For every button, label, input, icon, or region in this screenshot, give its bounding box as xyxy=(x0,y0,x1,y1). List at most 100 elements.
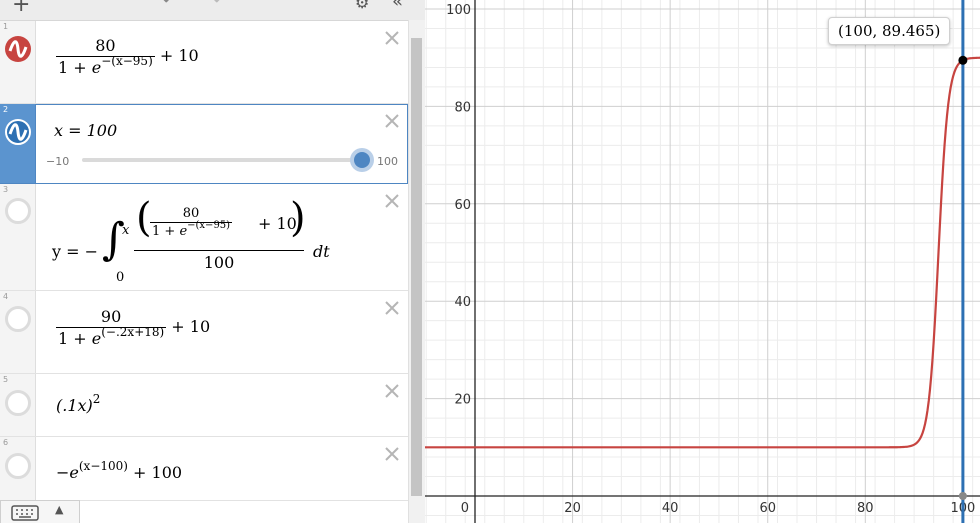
expression-math[interactable]: 90 1 + e(−.2x+18) + 10 xyxy=(56,307,210,348)
x-tick-label: 20 xyxy=(564,501,581,516)
expression-row-6[interactable]: 6 −e(x−100) + 100 xyxy=(0,437,408,501)
redo-icon[interactable]: ↷ xyxy=(206,0,221,10)
expression-number: 1 xyxy=(3,22,9,31)
expression-number: 4 xyxy=(3,292,9,301)
expression-list: 1 80 1 + e−(x−95) + 10 2 x = 100 −10 100… xyxy=(0,21,408,523)
y-tick-label: 80 xyxy=(454,100,471,115)
close-icon[interactable] xyxy=(384,113,400,129)
expression-math[interactable]: (.1x)2 xyxy=(56,392,100,415)
graphing-calculator-app: + ↶ ↷ ⚙ « 1 80 1 + e−(x−95) + 10 2 x = 1… xyxy=(0,0,980,523)
exponent: 2 xyxy=(92,391,101,406)
exponent: −(x−95) xyxy=(101,53,153,68)
expression-scrollbar[interactable] xyxy=(408,20,425,523)
keyboard-arrow-icon: ▲ xyxy=(55,503,64,516)
denominator: 1 + e−(x−95) xyxy=(56,53,155,77)
keyboard-icon xyxy=(11,505,39,521)
outer-fraction: ( 80 1 + e−(x−95) + 10 ) 100 xyxy=(134,195,306,272)
scrollbar-thumb[interactable] xyxy=(411,38,422,496)
graph-toggle-icon[interactable] xyxy=(5,198,31,224)
y-tick-label: 60 xyxy=(454,198,471,213)
graph-toggle-icon[interactable] xyxy=(5,306,31,332)
integral-lower-limit: 0 xyxy=(116,270,125,285)
origin-label: 0 xyxy=(461,501,469,516)
close-icon[interactable] xyxy=(384,30,400,46)
expression-row-5[interactable]: 5 (.1x)2 xyxy=(0,374,408,437)
plus-icon[interactable]: + xyxy=(12,0,30,16)
den-term: 1 + xyxy=(58,58,92,77)
exponent: (x−100) xyxy=(78,458,128,473)
graph-toggle-icon[interactable] xyxy=(5,119,31,145)
y-tick-label: 20 xyxy=(454,393,471,408)
expression-number: 5 xyxy=(3,375,9,384)
graph-toggle-icon[interactable] xyxy=(5,390,31,416)
differential: dt xyxy=(313,242,330,261)
numerator: 90 xyxy=(100,307,122,326)
slider-track[interactable] xyxy=(82,158,362,162)
inner-denominator: 1 + e−(x−95) xyxy=(150,220,233,239)
slider-thumb[interactable] xyxy=(354,152,370,168)
euler-e: e xyxy=(179,224,188,239)
graph-toggle-icon[interactable] xyxy=(5,453,31,479)
close-icon[interactable] xyxy=(384,446,400,462)
x-tick-label: 40 xyxy=(662,501,679,516)
expression-number: 6 xyxy=(3,438,9,447)
y-tick-label: 100 xyxy=(446,3,471,18)
base-term: (.1x) xyxy=(56,396,93,415)
close-icon[interactable] xyxy=(384,383,400,399)
denominator: 1 + e(−.2x+18) xyxy=(56,325,167,348)
expression-gutter: 3 xyxy=(0,184,36,290)
inner-fraction: 80 1 + e−(x−95) xyxy=(150,206,233,239)
euler-e: e xyxy=(69,463,79,482)
euler-e: e xyxy=(91,329,102,348)
close-icon[interactable] xyxy=(384,300,400,316)
paren-right: ) xyxy=(290,195,306,241)
logistic-curve xyxy=(425,56,980,449)
outer-denominator: 100 xyxy=(134,250,304,272)
euler-e: e xyxy=(91,58,102,77)
expression-gutter: 2 xyxy=(0,104,36,183)
expression-toolbar: + ↶ ↷ ⚙ « xyxy=(0,0,425,21)
constant-term: + 10 xyxy=(166,317,211,336)
expression-row-3[interactable]: 3 y = − ∫ x 0 ( 80 1 + e−(x−95) + 10) 1… xyxy=(0,184,408,291)
expression-row-4[interactable]: 4 90 1 + e(−.2x+18) + 10 xyxy=(0,291,408,374)
numerator: 80 xyxy=(95,36,116,55)
exponent: −(x−95) xyxy=(187,220,231,231)
undo-icon[interactable]: ↶ xyxy=(162,0,177,10)
gear-icon[interactable]: ⚙ xyxy=(355,0,369,11)
x-tick-label: 80 xyxy=(857,501,874,516)
expression-panel: + ↶ ↷ ⚙ « 1 80 1 + e−(x−95) + 10 2 x = 1… xyxy=(0,0,425,523)
y-tick-label: 40 xyxy=(454,295,471,310)
expression-number: 3 xyxy=(3,185,9,194)
close-icon[interactable] xyxy=(384,193,400,209)
graph-paper[interactable]: 20406080100020406080100 xyxy=(425,0,980,523)
equation-lhs: y = − xyxy=(52,242,99,261)
expression-gutter: 4 xyxy=(0,291,36,373)
double-chevron-left-icon[interactable]: « xyxy=(392,0,403,11)
den-term: 1 + xyxy=(152,224,180,239)
expression-gutter: 1 xyxy=(0,21,36,103)
expression-row-1[interactable]: 1 80 1 + e−(x−95) + 10 xyxy=(0,21,408,104)
constant-term: + 10 xyxy=(154,46,199,65)
axis-intercept-point xyxy=(958,492,967,500)
expression-math[interactable]: 80 1 + e−(x−95) + 10 xyxy=(56,36,199,77)
integral-upper-limit: x xyxy=(122,223,130,238)
graph-toggle-icon[interactable] xyxy=(5,36,31,62)
fraction: 80 1 + e−(x−95) xyxy=(56,36,155,77)
graph-canvas[interactable]: 20406080100020406080100 xyxy=(425,0,980,523)
expression-gutter: 5 xyxy=(0,374,36,436)
equation-text: x = 100 xyxy=(54,121,118,140)
expression-row-2[interactable]: 2 x = 100 −10 100 xyxy=(0,104,408,184)
x-tick-label: 60 xyxy=(759,501,776,516)
expression-math[interactable]: −e(x−100) + 100 xyxy=(56,459,183,482)
slider-max-label[interactable]: 100 xyxy=(377,155,398,168)
slider-min-label[interactable]: −10 xyxy=(46,155,69,168)
constant-term: + 100 xyxy=(127,463,183,482)
fraction: 90 1 + e(−.2x+18) xyxy=(56,307,167,348)
negative-sign: − xyxy=(56,463,70,482)
expression-gutter: 6 xyxy=(0,437,36,500)
expression-math[interactable]: x = 100 xyxy=(54,121,117,140)
outer-numerator: ( 80 1 + e−(x−95) + 10 ) xyxy=(134,195,306,250)
expression-number: 2 xyxy=(3,105,9,114)
den-term: 1 + xyxy=(58,329,92,348)
keyboard-toggle-button[interactable]: ▲ xyxy=(0,500,80,523)
